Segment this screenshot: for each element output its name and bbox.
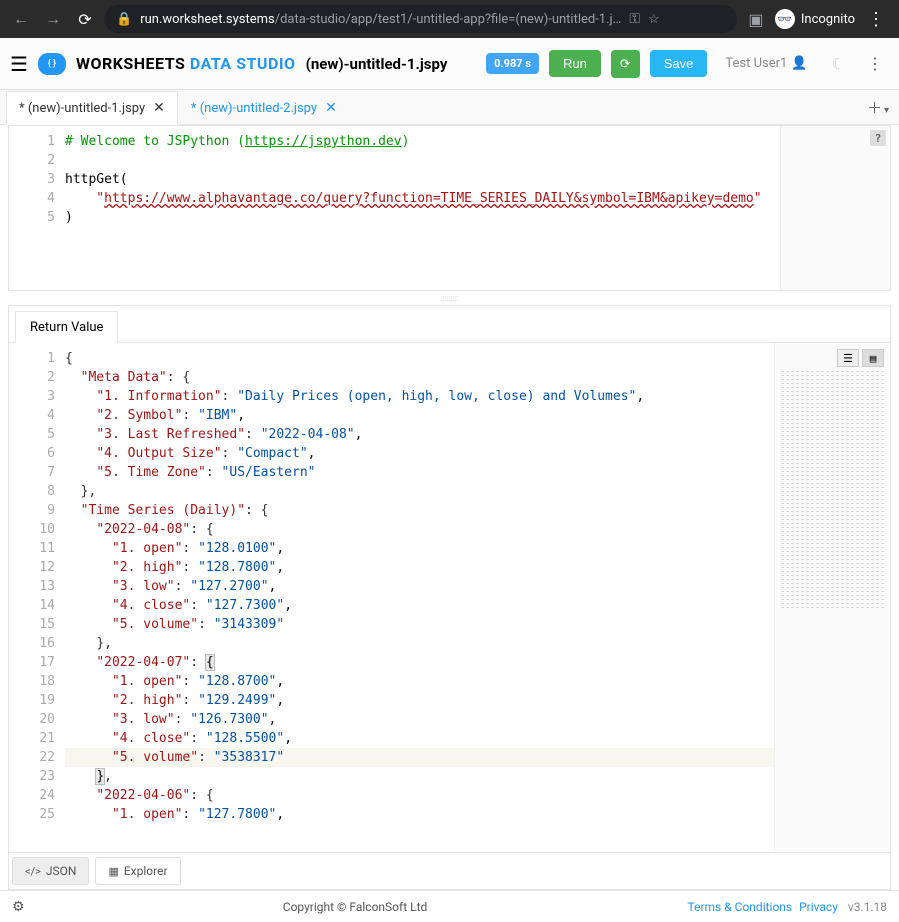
add-tab-button[interactable]: ＋▾ [857,91,899,124]
app-logo[interactable] [38,53,66,75]
forward-icon[interactable]: → [40,6,66,32]
browser-toolbar: ← → ⟳ 🔒 run.worksheet.systems/data-studi… [0,0,899,38]
lock-icon: 🔒 [116,12,132,27]
url-host: run.worksheet.systems [140,12,275,27]
back-icon[interactable]: ← [8,6,34,32]
view-list-icon[interactable]: ☰ [837,349,859,367]
current-filename: (new)-untitled-1.jspy [306,55,448,73]
editor-content[interactable]: # Welcome to JSPython (https://jspython.… [65,126,780,290]
result-gutter: 1234567891011121314151617181920212223242… [9,343,65,852]
address-bar[interactable]: 🔒 run.worksheet.systems/data-studio/app/… [104,5,737,33]
code-icon: </> [25,865,41,878]
return-value-tab[interactable]: Return Value [15,311,118,343]
app-header: ☰ WORKSHEETS DATA STUDIO (new)-untitled-… [0,38,899,90]
json-view-tab[interactable]: </>JSON [12,857,89,885]
key-icon[interactable]: ⚿ [629,11,640,27]
privacy-link[interactable]: Privacy [799,900,838,914]
reload-icon[interactable]: ⟳ [72,6,98,32]
app-menu-icon[interactable]: ⋮ [861,54,889,73]
extensions-icon[interactable]: ▣ [743,6,769,32]
app-footer: ⚙ Copyright © FalconSoft Ltd Terms & Con… [0,890,899,922]
grid-icon: ▦ [108,865,118,878]
version-label: v3.1.18 [848,900,887,914]
save-button[interactable]: Save [650,50,708,77]
result-content[interactable]: { "Meta Data": { "1. Information": "Dail… [65,343,774,852]
execution-timer: 0.987 s [486,53,539,74]
incognito-icon: 👓 [775,9,795,29]
result-minimap[interactable]: ☰ ▤ [774,343,890,852]
file-tabs: * (new)-untitled-1.jspy ✕ * (new)-untitl… [0,90,899,125]
menu-icon[interactable]: ☰ [10,52,28,76]
editor-minimap[interactable]: ? [780,126,890,290]
help-icon[interactable]: ? [870,130,886,146]
code-editor[interactable]: 1 2 3 4 5 # Welcome to JSPython (https:/… [8,125,891,291]
bookmark-icon[interactable]: ☆ [648,12,660,27]
close-tab-icon[interactable]: ✕ [153,100,165,116]
return-value-panel: Return Value 123456789101112131415161718… [8,305,891,890]
view-block-icon[interactable]: ▤ [862,349,884,367]
file-tab[interactable]: * (new)-untitled-1.jspy ✕ [6,91,178,125]
brand-text: WORKSHEETS DATA STUDIO [76,54,296,73]
editor-gutter: 1 2 3 4 5 [9,126,65,290]
rerun-button[interactable]: ⟳ [611,50,640,78]
url-path: /data-studio/app/test1/-untitled-app?fil… [275,12,622,27]
explorer-view-tab[interactable]: ▦Explorer [95,857,180,885]
split-handle[interactable]: ::::::::: [0,291,899,305]
copyright-text: Copyright © FalconSoft Ltd [25,900,686,914]
terms-link[interactable]: Terms & Conditions [688,900,793,914]
chevron-down-icon: ▾ [884,105,889,116]
settings-icon[interactable]: ⚙ [12,899,25,915]
user-icon: 👤 [791,56,807,71]
close-tab-icon[interactable]: ✕ [325,100,337,116]
browser-menu-icon[interactable]: ⋮ [861,9,891,30]
incognito-indicator: 👓 Incognito [775,9,855,29]
user-menu[interactable]: Test User1 👤 [717,56,815,71]
run-button[interactable]: Run [549,50,601,77]
theme-toggle-icon[interactable]: ☾ [826,55,851,73]
file-tab[interactable]: * (new)-untitled-2.jspy ✕ [178,91,350,125]
